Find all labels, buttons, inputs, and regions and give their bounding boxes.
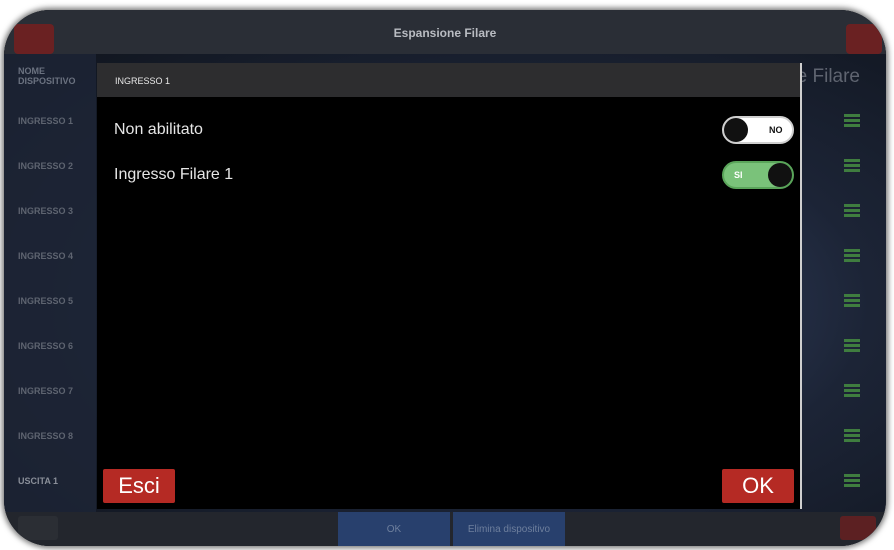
option-label: Non abilitato — [114, 121, 203, 138]
toggle-ingresso-filare-1[interactable]: SI — [722, 161, 794, 189]
hamburger-menu-icon[interactable] — [844, 339, 860, 352]
top-right-button[interactable] — [846, 24, 882, 54]
hamburger-menu-icon[interactable] — [844, 249, 860, 262]
column-header: NOME DISPOSITIVO — [18, 66, 76, 86]
list-item[interactable]: USCITA 1 — [18, 476, 58, 486]
dialog-title: INGRESSO 1 — [115, 76, 171, 86]
input-dialog: INGRESSO 1 Non abilitato NO Ingresso Fil… — [97, 63, 802, 509]
ok-button-background[interactable]: OK — [338, 512, 450, 546]
bottom-right-button[interactable] — [840, 516, 876, 540]
background-title: e Filare — [796, 66, 860, 87]
list-item[interactable]: INGRESSO 3 — [18, 206, 73, 216]
hamburger-menu-icon[interactable] — [844, 204, 860, 217]
delete-device-button[interactable]: Elimina dispositivo — [453, 512, 565, 546]
list-item[interactable]: INGRESSO 5 — [18, 296, 73, 306]
option-label: Ingresso Filare 1 — [114, 166, 234, 183]
list-item[interactable]: INGRESSO 8 — [18, 431, 73, 441]
list-item[interactable]: INGRESSO 1 — [18, 116, 73, 126]
hamburger-menu-icon[interactable] — [844, 159, 860, 172]
dialog-header: INGRESSO 1 — [97, 63, 800, 97]
device-frame: Espansione Filare NOME DISPOSITIVO INGRE… — [4, 10, 886, 546]
list-item[interactable]: INGRESSO 2 — [18, 161, 73, 171]
hamburger-menu-icon[interactable] — [844, 294, 860, 307]
screen: Espansione Filare NOME DISPOSITIVO INGRE… — [4, 10, 886, 546]
toggle-text: SI — [734, 170, 743, 180]
list-item[interactable]: INGRESSO 7 — [18, 386, 73, 396]
toggle-knob — [724, 118, 748, 142]
device-list: NOME DISPOSITIVO INGRESSO 1 INGRESSO 2 I… — [4, 54, 96, 514]
hamburger-menu-icon[interactable] — [844, 429, 860, 442]
hamburger-menu-icon[interactable] — [844, 114, 860, 127]
toggle-knob — [768, 163, 792, 187]
hamburger-menu-icon[interactable] — [844, 474, 860, 487]
top-bar: Espansione Filare — [4, 10, 886, 54]
toggle-text: NO — [769, 125, 783, 135]
list-item[interactable]: INGRESSO 6 — [18, 341, 73, 351]
bottom-bar: OK Elimina dispositivo — [4, 512, 886, 546]
hamburger-menu-icon[interactable] — [844, 384, 860, 397]
window-title: Espansione Filare — [393, 26, 497, 40]
bottom-left-button[interactable] — [18, 516, 58, 540]
list-item[interactable]: INGRESSO 4 — [18, 251, 73, 261]
exit-button[interactable]: Esci — [103, 469, 175, 503]
toggle-non-abilitato[interactable]: NO — [722, 116, 794, 144]
ok-button[interactable]: OK — [722, 469, 794, 503]
